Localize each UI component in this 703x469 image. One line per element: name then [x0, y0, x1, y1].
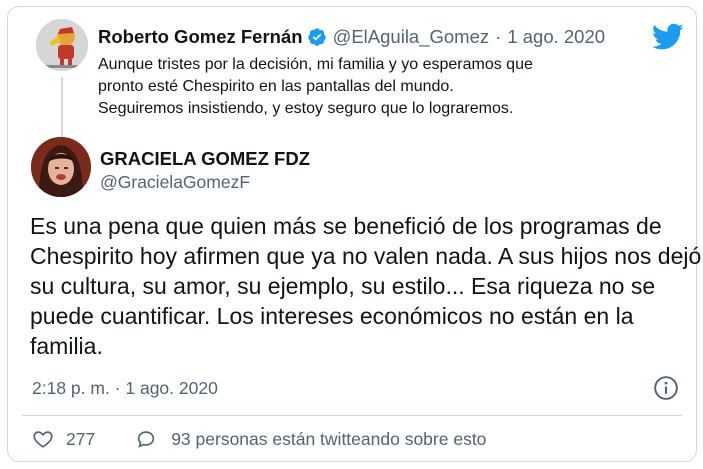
header-separator: · [495, 26, 502, 47]
author-handle[interactable]: @GracielaGomezF [100, 172, 250, 193]
like-count: 277 [66, 428, 96, 449]
tweet-timestamp[interactable]: 2:18 p. m. · 1 ago. 2020 [32, 378, 218, 399]
action-bar: 277 93 personas están twitteando sobre e… [32, 425, 486, 453]
speech-bubble-icon [138, 431, 155, 448]
quoted-author-handle[interactable]: @ElAguila_Gomez [333, 26, 490, 48]
info-icon[interactable] [653, 375, 679, 401]
tweet-card: Roberto Gomez Fernán @ElAguila_Gomez · 1… [7, 6, 701, 462]
quoted-author-avatar[interactable] [36, 19, 88, 71]
like-button[interactable]: 277 [32, 428, 135, 450]
author-avatar[interactable] [31, 137, 91, 197]
heart-icon [33, 431, 53, 448]
profile-photo-image [31, 137, 91, 197]
quoted-author-name[interactable]: Roberto Gomez Fernán [98, 26, 303, 48]
tweet-text: Es una pena que quien más se benefició d… [30, 213, 702, 359]
reply-discussion-button[interactable]: 93 personas están twitteando sobre esto [135, 428, 486, 450]
verified-badge-icon [307, 28, 326, 46]
actions-divider [22, 415, 682, 416]
twitter-bird-icon[interactable] [652, 23, 684, 51]
discussion-count-text: 93 personas están twitteando sobre esto [171, 428, 487, 449]
quoted-tweet-date[interactable]: 1 ago. 2020 [507, 26, 605, 48]
quoted-tweet-text: Aunque tristes por la decisión, mi famil… [98, 56, 533, 117]
author-name[interactable]: GRACIELA GOMEZ FDZ [100, 148, 310, 170]
cartoon-avatar-image [36, 19, 88, 71]
quoted-tweet-header: Roberto Gomez Fernán @ElAguila_Gomez · 1… [98, 25, 686, 49]
thread-connector-line [61, 77, 63, 139]
